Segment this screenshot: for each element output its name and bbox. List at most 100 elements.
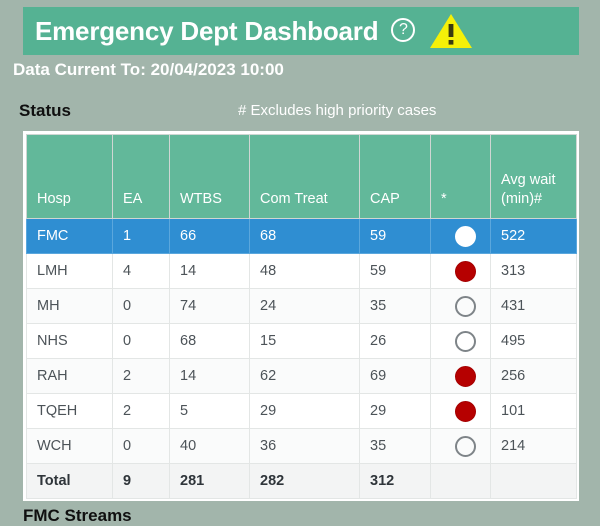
column-header-star[interactable]: * xyxy=(430,134,491,219)
cell-ea: 0 xyxy=(112,428,170,464)
help-icon[interactable]: ? xyxy=(391,18,416,42)
cell-avg-wait: 495 xyxy=(490,323,577,359)
cell-com-treat: 62 xyxy=(249,358,360,394)
cell-cap: 35 xyxy=(359,288,431,324)
status-table-container: Hosp EA WTBS Com Treat CAP * Avg wait (m… xyxy=(23,131,579,501)
table-row[interactable]: TQEH 2 5 29 29 101 xyxy=(26,393,577,429)
column-header-com-treat[interactable]: Com Treat xyxy=(249,134,360,219)
table-body: FMC 1 66 68 59 522 LMH 4 14 48 59 313 MH 0 74 24 35 431 NH… xyxy=(26,218,577,499)
status-dot-hollow-icon xyxy=(455,435,476,457)
column-header-avg-wait-label: Avg wait xyxy=(501,172,556,188)
cell-hosp: MH xyxy=(26,288,113,324)
table-row[interactable]: WCH 0 40 36 35 214 xyxy=(26,428,577,464)
status-indicator-cell xyxy=(430,358,491,394)
cell-ea: 0 xyxy=(112,288,170,324)
cell-com-treat: 29 xyxy=(249,393,360,429)
table-total-row: Total 9 281 282 312 xyxy=(26,463,577,499)
cell-avg-wait: 431 xyxy=(490,288,577,324)
status-dot-filled-red-icon xyxy=(455,400,476,422)
fmc-streams-heading: FMC Streams xyxy=(23,506,132,525)
column-header-avg-wait-label-2: (min)# xyxy=(501,191,543,207)
dashboard-page: Emergency Dept Dashboard ? Data Current … xyxy=(0,0,600,525)
cell-wtbs: 66 xyxy=(169,218,250,254)
column-header-avg-wait[interactable]: Avg wait (min)# xyxy=(490,134,577,219)
column-header-ea[interactable]: EA xyxy=(112,134,170,219)
table-row[interactable]: MH 0 74 24 35 431 xyxy=(26,288,577,324)
cell-cap: 26 xyxy=(359,323,431,359)
status-indicator-cell xyxy=(430,218,491,254)
cell-cap: 59 xyxy=(359,253,431,289)
cell-wtbs: 74 xyxy=(169,288,250,324)
status-dot-hollow-icon xyxy=(455,330,476,352)
cell-total-wtbs: 281 xyxy=(169,463,250,499)
cell-hosp: LMH xyxy=(26,253,113,289)
column-header-wtbs[interactable]: WTBS xyxy=(169,134,250,219)
cell-wtbs: 5 xyxy=(169,393,250,429)
cell-cap: 35 xyxy=(359,428,431,464)
data-current-timestamp: Data Current To: 20/04/2023 10:00 xyxy=(13,60,284,79)
cell-total-cap: 312 xyxy=(359,463,431,499)
cell-avg-wait: 522 xyxy=(490,218,577,254)
table-row[interactable]: NHS 0 68 15 26 495 xyxy=(26,323,577,359)
cell-total-com-treat: 282 xyxy=(249,463,360,499)
cell-com-treat: 68 xyxy=(249,218,360,254)
column-header-cap[interactable]: CAP xyxy=(359,134,431,219)
cell-ea: 0 xyxy=(112,323,170,359)
status-indicator-cell xyxy=(430,288,491,324)
cell-wtbs: 14 xyxy=(169,358,250,394)
status-indicator-cell xyxy=(430,393,491,429)
table-row[interactable]: LMH 4 14 48 59 313 xyxy=(26,253,577,289)
cell-total-avg-wait xyxy=(490,463,577,499)
cell-com-treat: 48 xyxy=(249,253,360,289)
status-dot-filled-white-icon xyxy=(455,225,476,247)
table-header-row: Hosp EA WTBS Com Treat CAP * Avg wait (m… xyxy=(26,134,577,219)
status-dot-hollow-icon xyxy=(455,295,476,317)
status-indicator-cell xyxy=(430,463,491,499)
column-header-wtbs-label: WTBS xyxy=(180,191,222,207)
status-section-title: Status xyxy=(19,101,71,120)
table-row[interactable]: RAH 2 14 62 69 256 xyxy=(26,358,577,394)
cell-com-treat: 15 xyxy=(249,323,360,359)
column-header-ea-label: EA xyxy=(123,191,143,207)
cell-hosp: FMC xyxy=(26,218,113,254)
cell-cap: 29 xyxy=(359,393,431,429)
column-header-cap-label: CAP xyxy=(370,191,400,207)
cell-com-treat: 36 xyxy=(249,428,360,464)
cell-cap: 59 xyxy=(359,218,431,254)
column-header-star-label: * xyxy=(441,191,447,207)
cell-hosp: NHS xyxy=(26,323,113,359)
cell-hosp: RAH xyxy=(26,358,113,394)
cell-hosp: WCH xyxy=(26,428,113,464)
status-footnote: # Excludes high priority cases xyxy=(238,102,437,119)
cell-avg-wait: 256 xyxy=(490,358,577,394)
column-header-hosp-label: Hosp xyxy=(37,191,71,207)
cell-avg-wait: 214 xyxy=(490,428,577,464)
page-title: Emergency Dept Dashboard xyxy=(35,15,379,46)
status-indicator-cell xyxy=(430,323,491,359)
cell-cap: 69 xyxy=(359,358,431,394)
app-header: Emergency Dept Dashboard ? xyxy=(23,7,579,55)
status-table: Hosp EA WTBS Com Treat CAP * Avg wait (m… xyxy=(26,134,577,499)
status-dot-filled-red-icon xyxy=(455,260,476,282)
cell-avg-wait: 101 xyxy=(490,393,577,429)
column-header-com-treat-label: Com Treat xyxy=(260,191,328,207)
cell-hosp: TQEH xyxy=(26,393,113,429)
table-row[interactable]: FMC 1 66 68 59 522 xyxy=(26,218,577,254)
cell-total-label: Total xyxy=(26,463,113,499)
cell-ea: 2 xyxy=(112,358,170,394)
column-header-hosp[interactable]: Hosp xyxy=(26,134,113,219)
cell-wtbs: 40 xyxy=(169,428,250,464)
cell-wtbs: 68 xyxy=(169,323,250,359)
warning-triangle-icon[interactable] xyxy=(429,12,473,50)
cell-com-treat: 24 xyxy=(249,288,360,324)
cell-wtbs: 14 xyxy=(169,253,250,289)
cell-ea: 2 xyxy=(112,393,170,429)
cell-avg-wait: 313 xyxy=(490,253,577,289)
status-indicator-cell xyxy=(430,253,491,289)
status-indicator-cell xyxy=(430,428,491,464)
cell-ea: 4 xyxy=(112,253,170,289)
table-header: Hosp EA WTBS Com Treat CAP * Avg wait (m… xyxy=(26,134,577,219)
cell-total-ea: 9 xyxy=(112,463,170,499)
cell-ea: 1 xyxy=(112,218,170,254)
status-dot-filled-red-icon xyxy=(455,365,476,387)
